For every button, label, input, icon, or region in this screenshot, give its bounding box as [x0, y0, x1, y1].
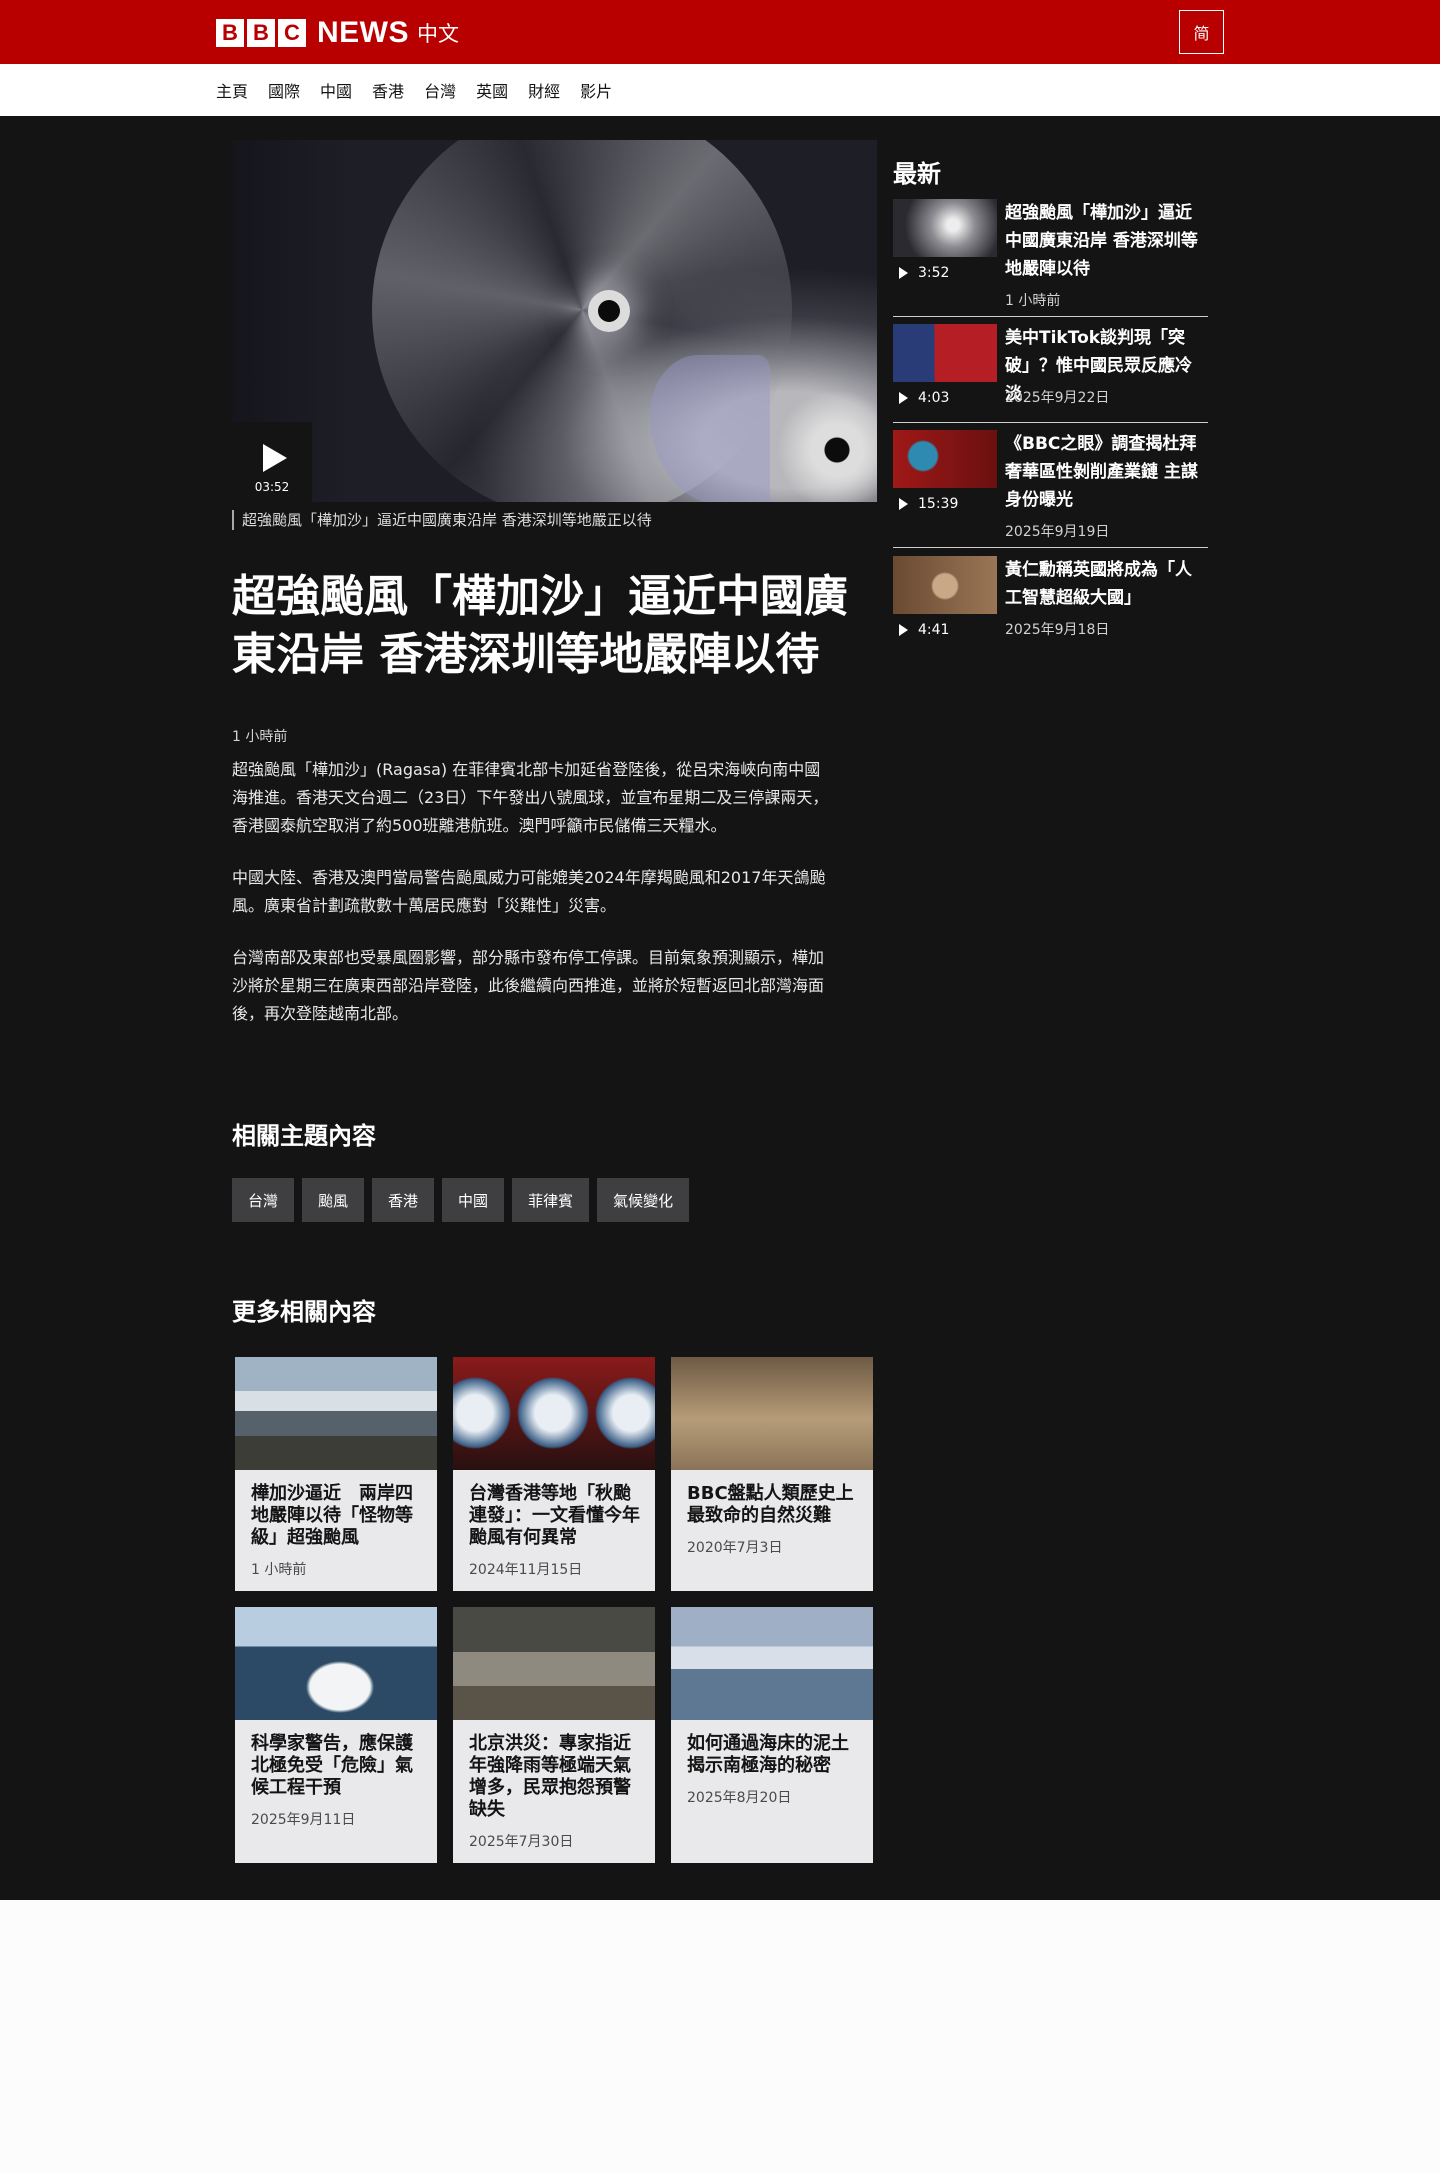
play-icon: [899, 267, 908, 279]
card-title: 科學家警告，應保護北極免受「危險」氣候工程干預: [251, 1733, 413, 1798]
play-icon: [899, 498, 908, 510]
logo-news-text: NEWS: [317, 16, 409, 49]
card-image-arctic-ice: [235, 1607, 437, 1720]
logo-letter-b1: B: [216, 19, 244, 47]
latest-duration: 3:52: [918, 265, 950, 281]
latest-item[interactable]: 15:39 《BBC之眼》調查揭杜拜奢華區性剝削產業鏈 主謀身份曝光 2025年…: [893, 430, 1208, 542]
topic-tag-typhoon[interactable]: 颱風: [302, 1178, 365, 1222]
nav-item-china[interactable]: 中國: [320, 78, 352, 102]
simplified-chinese-toggle[interactable]: 简: [1179, 10, 1224, 54]
related-topics-list: 台灣 颱風 香港 中國 菲律賓 氣候變化: [232, 1178, 697, 1222]
nav-item-international[interactable]: 國際: [268, 78, 300, 102]
play-icon: [263, 444, 287, 472]
hero-video-player[interactable]: 03:52: [232, 140, 877, 502]
card-image-flood-cars: [453, 1607, 655, 1720]
main-nav: 主頁 國際 中國 香港 台灣 英國 財經 影片: [0, 64, 1440, 116]
logo-letter-b2: B: [247, 19, 275, 47]
card-title: 樺加沙逼近 兩岸四地嚴陣以待「怪物等級」超強颱風: [251, 1483, 413, 1548]
topic-tag-climate-change[interactable]: 氣候變化: [597, 1178, 690, 1222]
latest-divider: [893, 547, 1208, 548]
article-paragraph-1: 超強颱風「樺加沙」(Ragasa) 在菲律賓北部卡加延省登陸後，從呂宋海峽向南中…: [232, 760, 829, 835]
card-date: 2025年8月20日: [687, 1790, 792, 1806]
latest-title: 《BBC之眼》調查揭杜拜奢華區性剝削產業鏈 主謀身份曝光: [1005, 434, 1198, 510]
card-date: 2025年7月30日: [469, 1834, 574, 1850]
latest-date: 1 小時前: [1005, 293, 1061, 309]
latest-item[interactable]: 4:41 黃仁勳稱英國將成為「人工智慧超級大國」 2025年9月18日: [893, 556, 1208, 640]
nav-item-hongkong[interactable]: 香港: [372, 78, 404, 102]
latest-thumbnail-typhoon: [893, 199, 997, 257]
latest-item[interactable]: 3:52 超強颱風「樺加沙」逼近中國廣東沿岸 香港深圳等地嚴陣以待 1 小時前: [893, 199, 1208, 311]
topic-tag-china[interactable]: 中國: [442, 1178, 505, 1222]
related-card[interactable]: 北京洪災：專家指近年強降雨等極端天氣增多，民眾抱怨預警缺失 2025年7月30日: [453, 1607, 655, 1863]
topic-tag-philippines[interactable]: 菲律賓: [512, 1178, 590, 1222]
related-card[interactable]: 如何通過海床的泥土揭示南極海的秘密 2025年8月20日: [671, 1607, 873, 1863]
nav-item-home[interactable]: 主頁: [216, 78, 248, 102]
latest-duration: 15:39: [918, 496, 959, 512]
latest-duration: 4:41: [918, 622, 950, 638]
card-image-coast: [235, 1357, 437, 1470]
card-title: BBC盤點人類歷史上最致命的自然災難: [687, 1483, 854, 1526]
latest-item[interactable]: 4:03 美中TikTok談判現「突破」？惟中國民眾反應冷淡 2025年9月22…: [893, 324, 1208, 418]
related-topics-title: 相關主題內容: [232, 1122, 376, 1150]
card-date: 2024年11月15日: [469, 1562, 583, 1578]
bbc-news-logo[interactable]: B B C NEWS 中文: [216, 16, 459, 50]
topic-tag-taiwan[interactable]: 台灣: [232, 1178, 295, 1222]
card-title: 如何通過海床的泥土揭示南極海的秘密: [687, 1733, 849, 1776]
nav-item-video[interactable]: 影片: [580, 78, 612, 102]
latest-thumbnail-tiktok: [893, 324, 997, 382]
logo-letter-c: C: [278, 19, 306, 47]
card-date: 2025年9月11日: [251, 1812, 356, 1828]
video-duration: 03:52: [254, 480, 290, 494]
nav-item-uk[interactable]: 英國: [476, 78, 508, 102]
video-play-button[interactable]: 03:52: [232, 422, 312, 502]
card-date: 2020年7月3日: [687, 1540, 783, 1556]
latest-divider: [893, 316, 1208, 317]
site-header: B B C NEWS 中文 简: [0, 0, 1440, 64]
related-card[interactable]: 科學家警告，應保護北極免受「危險」氣候工程干預 2025年9月11日: [235, 1607, 437, 1863]
card-title: 台灣香港等地「秋颱連發」：一文看懂今年颱風有何異常: [469, 1483, 640, 1548]
latest-title: 超強颱風「樺加沙」逼近中國廣東沿岸 香港深圳等地嚴陣以待: [1005, 203, 1198, 279]
latest-play-indicator: 3:52: [899, 265, 949, 281]
topic-tag-hongkong[interactable]: 香港: [372, 1178, 435, 1222]
card-image-illustration: [671, 1357, 873, 1470]
play-icon: [899, 624, 908, 636]
article-headline: 超強颱風「樺加沙」逼近中國廣東沿岸 香港深圳等地嚴陣以待: [232, 571, 848, 680]
more-related-title: 更多相關內容: [232, 1298, 376, 1326]
card-date: 1 小時前: [251, 1562, 307, 1578]
latest-thumbnail-dubai: [893, 430, 997, 488]
card-title: 北京洪災：專家指近年強降雨等極端天氣增多，民眾抱怨預警缺失: [469, 1733, 631, 1820]
latest-divider: [893, 422, 1208, 423]
latest-title: 黃仁勳稱英國將成為「人工智慧超級大國」: [1005, 560, 1192, 608]
latest-date: 2025年9月22日: [1005, 390, 1110, 406]
latest-duration: 4:03: [918, 390, 950, 406]
latest-date: 2025年9月18日: [1005, 622, 1110, 638]
latest-play-indicator: 15:39: [899, 496, 958, 512]
video-caption: 超強颱風「樺加沙」逼近中國廣東沿岸 香港深圳等地嚴正以待: [232, 510, 652, 530]
play-icon: [899, 392, 908, 404]
latest-play-indicator: 4:03: [899, 390, 949, 406]
latest-thumbnail-jensen-huang: [893, 556, 997, 614]
latest-play-indicator: 4:41: [899, 622, 949, 638]
related-card[interactable]: 台灣香港等地「秋颱連發」：一文看懂今年颱風有何異常 2024年11月15日: [453, 1357, 655, 1591]
article-timestamp: 1 小時前: [232, 729, 288, 745]
article-paragraph-2: 中國大陸、香港及澳門當局警告颱風威力可能媲美2024年摩羯颱風和2017年天鴿颱…: [232, 868, 826, 915]
latest-date: 2025年9月19日: [1005, 524, 1110, 540]
latest-section-title: 最新: [893, 160, 941, 188]
related-card[interactable]: BBC盤點人類歷史上最致命的自然災難 2020年7月3日: [671, 1357, 873, 1591]
nav-item-taiwan[interactable]: 台灣: [424, 78, 456, 102]
card-image-antarctic: [671, 1607, 873, 1720]
typhoon-eye: [598, 300, 620, 322]
related-card[interactable]: 樺加沙逼近 兩岸四地嚴陣以待「怪物等級」超強颱風 1 小時前: [235, 1357, 437, 1591]
card-image-typhoons: [453, 1357, 655, 1470]
logo-chinese-text: 中文: [417, 22, 459, 46]
nav-item-business[interactable]: 財經: [528, 78, 560, 102]
article-paragraph-3: 台灣南部及東部也受暴風圈影響，部分縣市發布停工停課。目前氣象預測顯示，樺加沙將於…: [232, 948, 825, 1023]
